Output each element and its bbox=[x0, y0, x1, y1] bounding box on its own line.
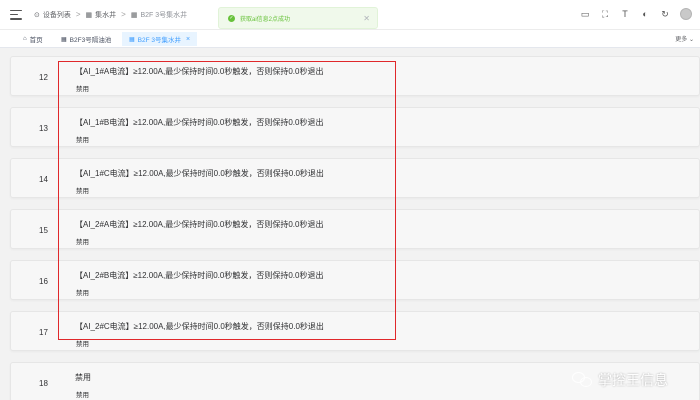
rule-condition: 【AI_2#C电流】≥12.00A,最少保持时间0.0秒触发，否则保持0.0秒退… bbox=[75, 322, 324, 331]
breadcrumb: ⊙ 设备列表 > ▦ 集水井 > ▦ B2F 3号集水井 bbox=[34, 10, 187, 20]
breadcrumb-separator: > bbox=[121, 10, 126, 19]
rule-index: 16 bbox=[39, 277, 48, 286]
fullscreen-icon[interactable]: ⛶ bbox=[600, 9, 610, 19]
theme-icon[interactable]: ◐ bbox=[640, 9, 650, 19]
tab-label: B2F 3号集水井 bbox=[137, 37, 182, 44]
tab-grease-trap[interactable]: ▦ B2F3号隔油池 bbox=[54, 32, 118, 46]
breadcrumb-item-sump[interactable]: ▦ 集水井 bbox=[86, 10, 117, 20]
grid-icon: ▦ bbox=[85, 11, 93, 19]
more-label: 更多 bbox=[675, 37, 688, 43]
rule-card[interactable]: 14 【AI_1#C电流】≥12.00A,最少保持时间0.0秒触发，否则保持0.… bbox=[10, 158, 700, 198]
success-toast: ✓ 获取ai信息2点成功 ✕ bbox=[218, 7, 378, 29]
rule-card[interactable]: 17 【AI_2#C电流】≥12.00A,最少保持时间0.0秒触发，否则保持0.… bbox=[10, 311, 700, 351]
grid-icon: ▦ bbox=[61, 36, 67, 43]
rule-condition: 禁用 bbox=[75, 373, 91, 382]
rule-status: 禁用 bbox=[76, 188, 89, 195]
font-size-icon[interactable]: T bbox=[620, 9, 630, 19]
rule-condition: 【AI_1#A电流】≥12.00A,最少保持时间0.0秒触发，否则保持0.0秒退… bbox=[75, 67, 324, 76]
menu-toggle-icon[interactable] bbox=[10, 9, 22, 20]
rule-card[interactable]: 16 【AI_2#B电流】≥12.00A,最少保持时间0.0秒触发，否则保持0.… bbox=[10, 260, 700, 300]
toast-close-icon[interactable]: ✕ bbox=[363, 14, 370, 23]
rule-status: 禁用 bbox=[76, 341, 89, 348]
rule-index: 14 bbox=[39, 175, 48, 184]
device-list-icon: ⊙ bbox=[34, 11, 40, 19]
rule-status: 禁用 bbox=[76, 137, 89, 144]
grid-icon: ▦ bbox=[130, 11, 138, 19]
rule-index: 17 bbox=[39, 328, 48, 337]
avatar[interactable] bbox=[680, 8, 692, 20]
watermark-text: 掌控王信息 bbox=[598, 372, 668, 388]
tab-home[interactable]: ⌂ 首页 bbox=[16, 32, 50, 46]
tab-close-icon[interactable]: × bbox=[186, 36, 190, 43]
monitor-icon[interactable]: ▭ bbox=[580, 9, 590, 19]
breadcrumb-separator: > bbox=[75, 10, 81, 19]
rule-condition: 【AI_2#B电流】≥12.00A,最少保持时间0.0秒触发，否则保持0.0秒退… bbox=[75, 271, 324, 280]
more-tabs-dropdown[interactable]: 更多 ⌄ bbox=[675, 34, 694, 43]
tab-sump-well[interactable]: ▦ B2F 3号集水井 × bbox=[122, 32, 198, 46]
home-icon: ⌂ bbox=[23, 36, 27, 42]
rule-condition: 【AI_2#A电流】≥12.00A,最少保持时间0.0秒触发，否则保持0.0秒退… bbox=[75, 220, 324, 229]
rule-status: 禁用 bbox=[76, 392, 89, 399]
wechat-logo-icon bbox=[572, 371, 594, 389]
rule-condition: 【AI_1#C电流】≥12.00A,最少保持时间0.0秒触发，否则保持0.0秒退… bbox=[75, 169, 324, 178]
success-check-icon: ✓ bbox=[228, 14, 235, 22]
breadcrumb-item-current: ▦ B2F 3号集水井 bbox=[131, 10, 187, 20]
rule-card[interactable]: 13 【AI_1#B电流】≥12.00A,最少保持时间0.0秒触发，否则保持0.… bbox=[10, 107, 700, 147]
chevron-down-icon: ⌄ bbox=[688, 37, 694, 43]
rule-card[interactable]: 15 【AI_2#A电流】≥12.00A,最少保持时间0.0秒触发，否则保持0.… bbox=[10, 209, 700, 249]
breadcrumb-label: 设备列表 bbox=[42, 11, 71, 19]
rule-condition: 【AI_1#B电流】≥12.00A,最少保持时间0.0秒触发，否则保持0.0秒退… bbox=[75, 118, 324, 127]
toast-message: 获取ai信息2点成功 bbox=[240, 16, 291, 23]
watermark: 掌控王信息 bbox=[572, 370, 668, 390]
rule-index: 18 bbox=[39, 379, 48, 388]
rule-status: 禁用 bbox=[76, 290, 89, 297]
rule-list: 12 【AI_1#A电流】≥12.00A,最少保持时间0.0秒触发，否则保持0.… bbox=[0, 48, 700, 400]
rule-index: 15 bbox=[39, 226, 48, 235]
rule-status: 禁用 bbox=[76, 86, 89, 93]
grid-icon: ▦ bbox=[129, 36, 135, 43]
breadcrumb-label: B2F 3号集水井 bbox=[140, 11, 188, 19]
rule-index: 12 bbox=[39, 73, 48, 82]
tab-label: B2F3号隔油池 bbox=[69, 37, 112, 44]
refresh-icon[interactable]: ↻ bbox=[660, 9, 670, 19]
breadcrumb-item-device-list[interactable]: ⊙ 设备列表 bbox=[34, 10, 71, 20]
breadcrumb-label: 集水井 bbox=[95, 11, 117, 19]
rule-index: 13 bbox=[39, 124, 48, 133]
rule-status: 禁用 bbox=[76, 239, 89, 246]
toolbar: ▭ ⛶ T ◐ ↻ bbox=[570, 8, 692, 20]
rule-card[interactable]: 12 【AI_1#A电流】≥12.00A,最少保持时间0.0秒触发，否则保持0.… bbox=[10, 56, 700, 96]
tabs-bar: ⌂ 首页 ▦ B2F3号隔油池 ▦ B2F 3号集水井 × 更多 ⌄ bbox=[0, 30, 700, 48]
top-bar: ⊙ 设备列表 > ▦ 集水井 > ▦ B2F 3号集水井 ✓ 获取ai信息2点成… bbox=[0, 0, 700, 30]
tab-label: 首页 bbox=[29, 37, 43, 44]
